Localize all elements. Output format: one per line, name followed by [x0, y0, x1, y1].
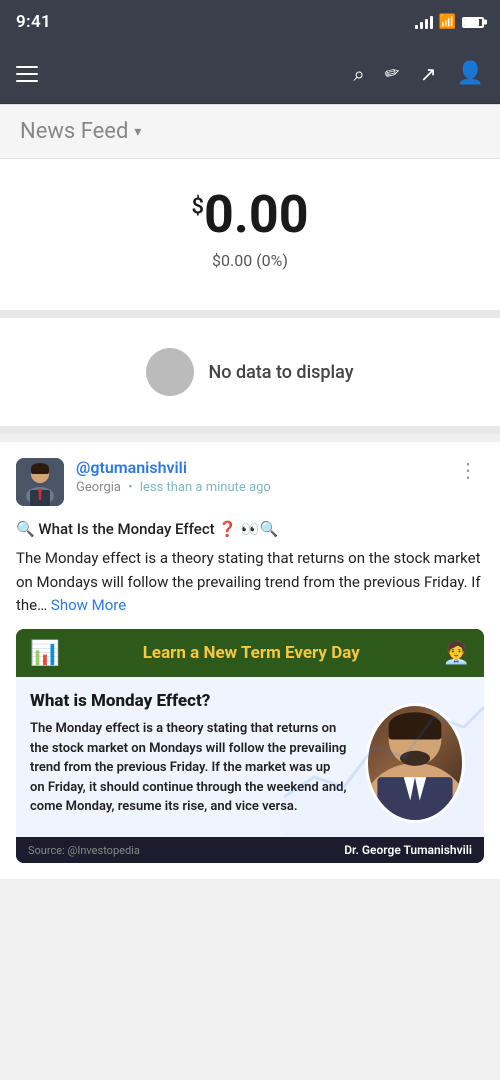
card-source: Source: @Investopedia — [28, 844, 140, 857]
portfolio-value: 0.00 — [204, 184, 309, 245]
battery-icon — [462, 17, 484, 28]
status-bar: 9:41 📶 — [0, 0, 500, 44]
portfolio-amount: $0.00 — [20, 189, 480, 241]
no-data-section: No data to display — [0, 318, 500, 426]
meta-separator: • — [128, 480, 132, 495]
no-data-text: No data to display — [208, 362, 353, 383]
show-more-button[interactable]: Show More — [51, 596, 126, 614]
section-divider — [0, 426, 500, 434]
author-meta: Georgia • less than a minute ago — [76, 480, 271, 495]
portfolio-change: $0.00 (0%) — [20, 251, 480, 270]
status-icons: 📶 — [415, 14, 484, 30]
post-body-text: The Monday effect is a theory stating th… — [16, 547, 484, 617]
nav-left — [16, 66, 38, 82]
card-header-bar: 📊 Learn a New Term Every Day 🧑‍💼 — [16, 629, 484, 677]
post-header: @gtumanishvili Georgia • less than a min… — [16, 458, 484, 506]
card-person-icon: 🧑‍💼 — [443, 641, 470, 666]
currency-symbol: $ — [191, 195, 204, 220]
status-time: 9:41 — [16, 12, 51, 32]
top-nav: ⌕ ✏ ↗ 👤 — [0, 44, 500, 104]
card-footer: Source: @Investopedia Dr. George Tumanis… — [16, 837, 484, 863]
signal-bars-icon — [415, 15, 433, 29]
share-button[interactable]: ↗ — [420, 62, 437, 86]
post-image-card: 📊 Learn a New Term Every Day 🧑‍💼 What is… — [16, 629, 484, 863]
news-feed-header[interactable]: News Feed ▾ — [0, 105, 500, 159]
search-button[interactable]: ⌕ — [354, 62, 365, 86]
author-location: Georgia — [76, 480, 121, 495]
avatar-image — [16, 458, 64, 506]
post-title-text: 🔍 What Is the Monday Effect ❓ 👀🔍 — [16, 518, 278, 541]
author-handle[interactable]: @gtumanishvili — [76, 458, 271, 477]
feed-section: @gtumanishvili Georgia • less than a min… — [0, 442, 500, 880]
no-data-icon — [146, 348, 194, 396]
card-chart-icon: 📊 — [30, 639, 60, 667]
post-content: 🔍 What Is the Monday Effect ❓ 👀🔍 The Mon… — [16, 518, 484, 617]
author-details: @gtumanishvili Georgia • less than a min… — [76, 458, 271, 495]
wifi-icon: 📶 — [439, 14, 456, 30]
card-body: What is Monday Effect? The Monday effect… — [16, 677, 484, 837]
post-time: less than a minute ago — [140, 480, 271, 495]
background-chart — [284, 677, 484, 837]
feed-post: @gtumanishvili Georgia • less than a min… — [0, 442, 500, 880]
author-avatar[interactable] — [16, 458, 64, 506]
nav-right: ⌕ ✏ ↗ 👤 — [354, 61, 484, 86]
portfolio-section: $0.00 $0.00 (0%) — [0, 159, 500, 318]
card-header-text: Learn a New Term Every Day — [70, 643, 433, 663]
hamburger-menu-button[interactable] — [16, 66, 38, 82]
pencil-button[interactable]: ✏ — [382, 61, 402, 85]
post-author-info: @gtumanishvili Georgia • less than a min… — [16, 458, 271, 506]
post-more-button[interactable]: ⋮ — [454, 458, 484, 482]
chevron-down-icon: ▾ — [134, 124, 141, 140]
news-feed-title: News Feed — [20, 119, 128, 144]
card-person-name: Dr. George Tumanishvili — [344, 843, 472, 857]
profile-button[interactable]: 👤 — [457, 61, 484, 86]
post-title: 🔍 What Is the Monday Effect ❓ 👀🔍 — [16, 518, 484, 541]
